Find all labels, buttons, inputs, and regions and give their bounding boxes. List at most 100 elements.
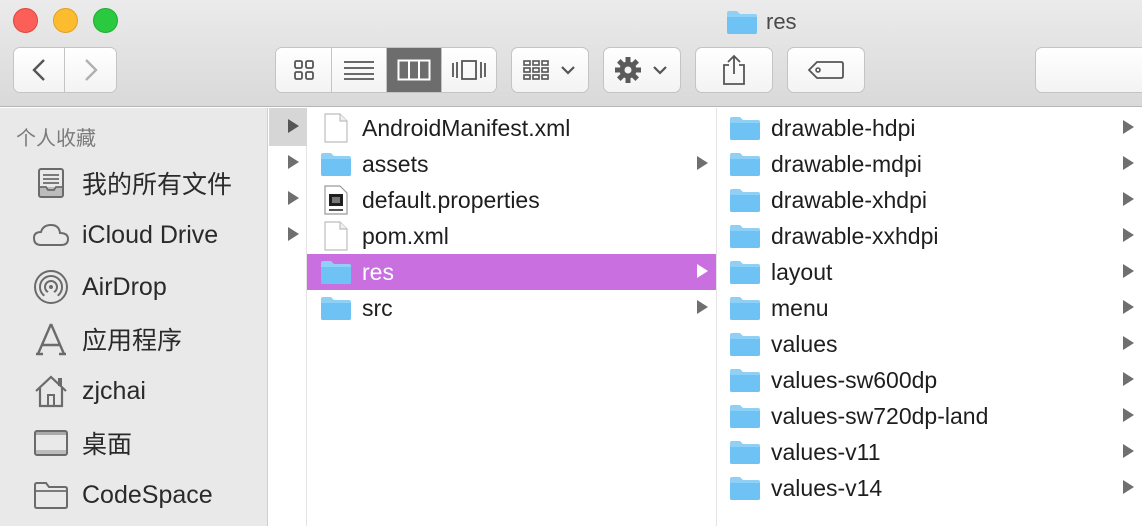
list-item[interactable]: assets	[307, 146, 716, 182]
sidebar: 个人收藏 我的所有文件 iCloud Drive AirDrop 应用程序 zj…	[0, 108, 268, 526]
list-item[interactable]: drawable-xxhdpi	[718, 218, 1142, 254]
list-view-button[interactable]	[332, 48, 387, 92]
item-name: drawable-mdpi	[771, 150, 922, 177]
list-item-selected[interactable]: res	[307, 254, 716, 290]
sidebar-item-airdrop[interactable]: AirDrop	[32, 267, 167, 307]
cloud-icon	[32, 216, 70, 254]
disclosure-arrow-icon	[1123, 444, 1137, 460]
item-name: values-sw600dp	[771, 366, 938, 393]
folder-icon	[728, 221, 762, 251]
folder-icon	[728, 437, 762, 467]
disclosure-arrow-icon	[288, 119, 299, 133]
folder-icon	[728, 401, 762, 431]
sidebar-item-label: 应用程序	[82, 327, 183, 355]
list-view-icon	[344, 61, 374, 80]
disclosure-arrow-icon	[1123, 120, 1137, 136]
list-item[interactable]: default.properties	[307, 182, 716, 218]
action-button[interactable]	[603, 47, 681, 93]
sidebar-item-label: zjchai	[82, 376, 146, 405]
search-field[interactable]	[1035, 47, 1142, 93]
list-item[interactable]: pom.xml	[307, 218, 716, 254]
project-column: AndroidManifest.xml assets default.prope…	[307, 108, 717, 526]
list-item[interactable]: layout	[718, 254, 1142, 290]
cover-flow-view-button[interactable]	[442, 48, 496, 92]
sidebar-item-home[interactable]: zjchai	[32, 371, 146, 411]
item-name: assets	[362, 150, 429, 177]
sidebar-item-label: 桌面	[82, 431, 133, 459]
disclosure-arrow-icon	[697, 300, 711, 316]
folder-icon	[727, 11, 757, 34]
view-mode-control	[275, 47, 497, 93]
forward-button[interactable]	[65, 48, 116, 92]
disclosure-arrow-icon	[1123, 408, 1137, 424]
sidebar-item-label: 我的所有文件	[82, 171, 233, 199]
item-name: values-v14	[771, 474, 883, 501]
home-icon	[32, 372, 70, 410]
item-name: values-v11	[771, 438, 881, 465]
parent-column	[269, 108, 307, 526]
item-name: values	[771, 330, 838, 357]
folder-icon	[728, 257, 762, 287]
sidebar-item-applications[interactable]: 应用程序	[32, 319, 182, 359]
sidebar-section-header: 个人收藏	[16, 128, 96, 150]
list-item[interactable]: drawable-hdpi	[718, 110, 1142, 146]
list-item[interactable]: AndroidManifest.xml	[307, 110, 716, 146]
disclosure-arrow-icon	[697, 156, 711, 172]
sidebar-item-desktop[interactable]: 桌面	[32, 423, 132, 463]
folder-icon	[32, 476, 70, 514]
folder-icon	[728, 365, 762, 395]
item-name: default.properties	[362, 186, 540, 213]
list-item[interactable]: menu	[718, 290, 1142, 326]
item-name: drawable-xhdpi	[771, 186, 927, 213]
list-item[interactable]: src	[307, 290, 716, 326]
item-name: values-sw720dp-land	[771, 402, 989, 429]
folder-icon	[319, 257, 353, 287]
list-item[interactable]: drawable-mdpi	[718, 146, 1142, 182]
folder-icon	[728, 185, 762, 215]
item-name: res	[362, 258, 394, 285]
java-file-icon	[319, 185, 353, 215]
item-name: drawable-xxhdpi	[771, 222, 939, 249]
disclosure-arrow-icon	[288, 191, 299, 205]
item-name: drawable-hdpi	[771, 114, 916, 141]
res-column: drawable-hdpi drawable-mdpi drawable-xhdpi…	[718, 108, 1142, 526]
desktop-icon	[32, 424, 70, 462]
item-name: AndroidManifest.xml	[362, 114, 571, 141]
item-name: pom.xml	[362, 222, 449, 249]
list-item[interactable]: values	[718, 326, 1142, 362]
disclosure-arrow-icon	[1123, 372, 1137, 388]
disclosure-arrow-icon	[1123, 300, 1137, 316]
disclosure-arrow-icon	[697, 264, 711, 280]
share-button[interactable]	[695, 47, 773, 93]
folder-icon	[728, 329, 762, 359]
chevron-right-icon	[84, 59, 98, 81]
list-item[interactable]: values-sw600dp	[718, 362, 1142, 398]
back-button[interactable]	[14, 48, 66, 92]
column-view-button[interactable]	[387, 48, 442, 92]
disclosure-arrow-icon	[1123, 480, 1137, 496]
disclosure-arrow-icon	[288, 155, 299, 169]
zoom-window-button[interactable]	[93, 8, 118, 33]
sidebar-item-icloud-drive[interactable]: iCloud Drive	[32, 215, 218, 255]
share-icon	[723, 54, 745, 85]
sidebar-item-all-files[interactable]: 我的所有文件	[32, 163, 232, 203]
column-view-icon	[397, 59, 431, 81]
minimize-window-button[interactable]	[53, 8, 78, 33]
tag-button[interactable]	[787, 47, 865, 93]
all-files-icon	[32, 164, 70, 202]
disclosure-arrow-icon	[1123, 264, 1137, 280]
folder-icon	[728, 149, 762, 179]
item-name: menu	[771, 294, 829, 321]
icon-view-button[interactable]	[276, 48, 332, 92]
arrange-button[interactable]	[511, 47, 589, 93]
document-icon	[319, 221, 353, 251]
list-item[interactable]: drawable-xhdpi	[718, 182, 1142, 218]
close-window-button[interactable]	[13, 8, 38, 33]
list-item[interactable]: values-v11	[718, 434, 1142, 470]
sidebar-item-codespace[interactable]: CodeSpace	[32, 475, 213, 515]
list-item[interactable]: values-v14	[718, 470, 1142, 506]
disclosure-arrow-icon	[1123, 156, 1137, 172]
cover-flow-icon	[452, 60, 486, 80]
document-icon	[319, 113, 353, 143]
list-item[interactable]: values-sw720dp-land	[718, 398, 1142, 434]
